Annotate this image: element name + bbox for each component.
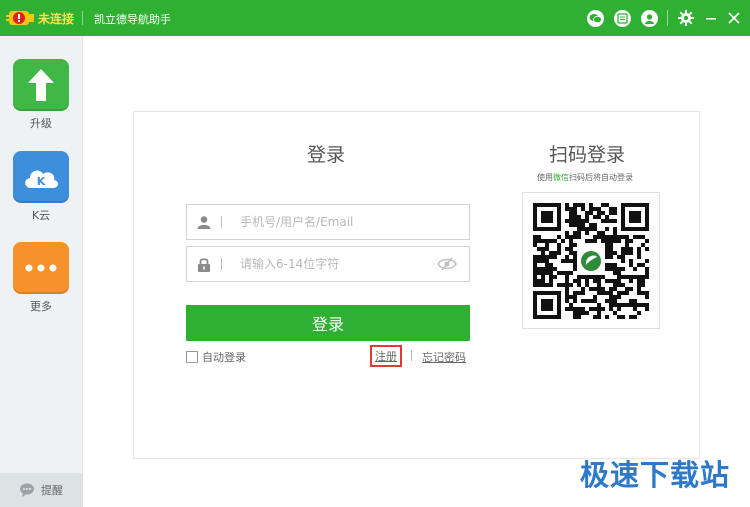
gear-icon bbox=[678, 10, 694, 26]
login-card: 登录 手机号/用户名/Email 登录 自动登录 注册 忘记密码 扫码登录 使用… bbox=[133, 111, 700, 459]
qr-hint: 使用微信扫码后将自动登录 bbox=[537, 172, 633, 183]
upgrade-tile bbox=[13, 59, 69, 111]
username-field[interactable] bbox=[186, 204, 470, 240]
username-input[interactable] bbox=[238, 214, 422, 230]
qr-hint-suffix: 扫码后将自动登录 bbox=[569, 173, 633, 182]
user-button[interactable] bbox=[639, 8, 659, 28]
register-link[interactable]: 注册 bbox=[370, 345, 402, 367]
qr-code-box[interactable] bbox=[522, 192, 660, 329]
message-icon bbox=[613, 9, 631, 27]
auto-login-checkbox[interactable]: 自动登录 bbox=[186, 349, 246, 365]
qr-hint-wechat: 微信 bbox=[553, 173, 569, 182]
reminder-button[interactable]: 提醒 bbox=[0, 473, 82, 507]
connection-status: 未连接 bbox=[38, 12, 75, 26]
login-button[interactable]: 登录 bbox=[186, 305, 470, 341]
minimize-icon bbox=[706, 18, 716, 20]
k-cloud-icon: K bbox=[25, 170, 59, 188]
qr-hint-prefix: 使用 bbox=[537, 173, 553, 182]
qr-login-title: 扫码登录 bbox=[549, 144, 626, 166]
sidebar-item-label: 更多 bbox=[30, 300, 52, 313]
field-divider bbox=[221, 216, 222, 228]
kcloud-tile: K bbox=[13, 151, 69, 203]
close-button[interactable] bbox=[724, 8, 744, 28]
svg-text:K: K bbox=[37, 175, 46, 188]
titlebar-divider bbox=[667, 10, 668, 26]
password-input[interactable] bbox=[238, 256, 422, 272]
sidebar-item-kcloud[interactable]: K K云 bbox=[13, 151, 69, 222]
message-button[interactable] bbox=[612, 8, 632, 28]
qr-code bbox=[533, 203, 649, 319]
main-panel: 登录 手机号/用户名/Email 登录 自动登录 注册 忘记密码 扫码登录 使用… bbox=[83, 36, 750, 507]
checkbox-box bbox=[186, 351, 198, 363]
wechat-icon bbox=[586, 9, 604, 27]
title-bar: 未连接 凯立德导航助手 bbox=[0, 0, 750, 36]
title-divider bbox=[82, 11, 83, 25]
watermark: 极速下载站 bbox=[579, 458, 730, 492]
sidebar-item-upgrade[interactable]: 升级 bbox=[13, 59, 69, 130]
sidebar: 升级 K K云 更多 提醒 bbox=[0, 36, 83, 507]
auto-login-label: 自动登录 bbox=[202, 351, 246, 364]
password-field[interactable] bbox=[186, 246, 470, 282]
user-icon bbox=[640, 9, 658, 27]
sidebar-item-more[interactable]: 更多 bbox=[13, 242, 69, 313]
lock-icon bbox=[187, 257, 221, 272]
link-divider bbox=[411, 350, 412, 361]
user-icon bbox=[187, 215, 221, 229]
chat-bubble-icon bbox=[20, 483, 34, 497]
app-title: 凯立德导航助手 bbox=[94, 13, 171, 26]
settings-button[interactable] bbox=[676, 8, 696, 28]
forgot-password-link[interactable]: 忘记密码 bbox=[422, 349, 466, 365]
sidebar-item-label: 升级 bbox=[30, 117, 52, 130]
more-tile bbox=[13, 242, 69, 294]
disconnected-plug-icon bbox=[6, 11, 34, 25]
hidden-eye-icon[interactable] bbox=[437, 256, 457, 275]
more-dots-icon bbox=[25, 264, 57, 272]
field-divider bbox=[221, 258, 222, 270]
sidebar-item-label: K云 bbox=[31, 209, 51, 222]
reminder-label: 提醒 bbox=[41, 484, 63, 497]
upgrade-arrow-icon bbox=[28, 69, 54, 101]
login-title: 登录 bbox=[307, 144, 346, 166]
wechat-button[interactable] bbox=[585, 8, 605, 28]
close-icon bbox=[728, 12, 740, 24]
minimize-button[interactable] bbox=[701, 8, 721, 28]
